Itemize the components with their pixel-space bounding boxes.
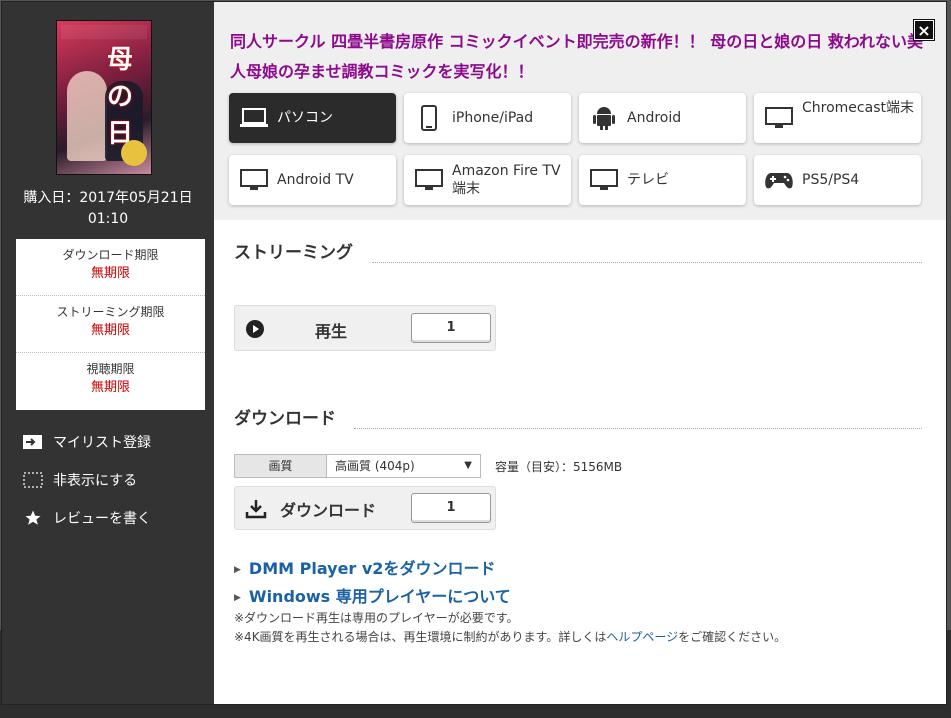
download-divider	[354, 428, 922, 429]
triangle-right-icon: ▶	[234, 564, 241, 575]
purchase-time: 01:10	[87, 211, 129, 227]
device-tab-chromecast[interactable]: Chromecast端末	[754, 93, 921, 143]
device-tab-android[interactable]: Android	[579, 93, 746, 143]
monitor-icon	[239, 167, 269, 193]
device-tab-tv[interactable]: テレビ	[579, 155, 746, 205]
note-4k-prefix: ※4K画質を再生される場合は、再生環境に制約があります。詳しくは	[234, 630, 607, 644]
limit-value: 無期限	[90, 266, 130, 281]
cover-badge	[121, 140, 147, 166]
right-panel: 同人サークル 四畳半書房原作 コミックイベント即完売の新作！！ 母の日と娘の日 …	[214, 2, 946, 704]
download-box: ダウンロード 1	[234, 486, 496, 530]
monitor-icon	[414, 167, 444, 193]
product-title: 同人サークル 四畳半書房原作 コミックイベント即完売の新作！！ 母の日と娘の日 …	[230, 32, 924, 81]
triangle-right-icon: ▶	[234, 592, 241, 603]
limits-box: ダウンロード期限 無期限 ストリーミング期限 無期限 視聴期限 無期限	[16, 239, 205, 410]
device-label: Android TV	[277, 172, 354, 188]
note-player-required: ※ダウンロード再生は専用のプレイヤーが必要です。	[234, 611, 519, 625]
download-label: ダウンロード	[280, 501, 377, 520]
download-heading: ダウンロード	[234, 409, 336, 429]
quality-select[interactable]: 画質 高画質 (404p) ▼	[234, 454, 481, 478]
quality-dropdown[interactable]: 高画質 (404p) ▼	[327, 455, 480, 477]
device-tab-ps[interactable]: PS5/PS4	[754, 155, 921, 205]
streaming-divider	[372, 262, 922, 263]
dmm-player-link[interactable]: ▶ DMM Player v2をダウンロード	[234, 555, 495, 579]
limit-label: ストリーミング期限	[56, 305, 165, 319]
device-tabs: パソコン iPhone/iPad Android Chromecast端末 An…	[229, 93, 923, 205]
limit-viewing: 視聴期限 無期限	[16, 353, 205, 410]
left-actions: マイリスト登録 非表示にする レビューを書く	[22, 423, 151, 537]
quality-value: 高画質 (404p)	[335, 459, 415, 473]
help-page-link[interactable]: ヘルプページ	[606, 630, 678, 644]
limit-download: ダウンロード期限 無期限	[16, 239, 205, 296]
left-panel: 母の日 購入日：2017年05月21日 01:10 ダウンロード期限 無期限 ス…	[2, 2, 214, 704]
device-label: Chromecast端末	[802, 100, 914, 116]
dmm-player-link-text: DMM Player v2をダウンロード	[248, 559, 496, 578]
windows-player-link[interactable]: ▶ Windows 専用プレイヤーについて	[234, 583, 511, 607]
close-button[interactable]: ×	[914, 20, 934, 40]
device-label: Android	[627, 110, 682, 126]
limit-label: ダウンロード期限	[62, 248, 159, 262]
monitor-icon	[589, 167, 619, 193]
viewer-modal: 母の日 購入日：2017年05月21日 01:10 ダウンロード期限 無期限 ス…	[2, 2, 946, 704]
device-label: パソコン	[277, 110, 333, 126]
star-icon	[22, 509, 44, 527]
windows-player-link-text: Windows 専用プレイヤーについて	[248, 587, 511, 606]
device-label: Amazon Fire TV端末	[452, 163, 561, 197]
monitor-icon	[764, 105, 794, 131]
quality-label: 画質	[235, 455, 327, 477]
device-tab-iphone[interactable]: iPhone/iPad	[404, 93, 571, 143]
mylist-add-icon	[22, 433, 44, 451]
mylist-add-label: マイリスト登録	[53, 435, 151, 451]
cover-title-text: 母の日	[107, 45, 134, 149]
write-review-label: レビューを書く	[53, 511, 151, 527]
write-review-button[interactable]: レビューを書く	[22, 499, 151, 537]
hide-icon	[22, 471, 44, 489]
product-cover-image[interactable]: 母の日	[56, 20, 152, 175]
limit-value: 無期限	[90, 380, 130, 395]
streaming-play-box: 再生 1	[234, 305, 496, 351]
purchase-date: 購入日：2017年05月21日 01:10	[2, 188, 214, 230]
play-part-button[interactable]: 1	[411, 313, 491, 343]
device-label: PS5/PS4	[802, 172, 860, 188]
note-4k-suffix: をご確認ください。	[678, 630, 787, 644]
dropdown-arrow-icon: ▼	[464, 460, 472, 471]
play-icon	[245, 319, 265, 339]
purchase-date-label: 購入日：2017年05月21日	[23, 190, 193, 206]
limit-label: 視聴期限	[86, 362, 135, 376]
gamepad-icon	[764, 167, 794, 193]
download-part-button[interactable]: 1	[411, 493, 491, 523]
device-tab-firetv[interactable]: Amazon Fire TV端末	[404, 155, 571, 205]
phone-icon	[414, 105, 444, 131]
device-tab-pc[interactable]: パソコン	[229, 93, 396, 143]
device-header: 同人サークル 四畳半書房原作 コミックイベント即完売の新作！！ 母の日と娘の日 …	[214, 2, 946, 220]
hide-label: 非表示にする	[53, 473, 138, 489]
device-label: テレビ	[627, 172, 669, 188]
device-label: iPhone/iPad	[452, 110, 534, 126]
limit-value: 無期限	[90, 323, 130, 338]
device-tab-androidtv[interactable]: Android TV	[229, 155, 396, 205]
capacity-text: 容量（目安）：5156MB	[495, 460, 623, 474]
laptop-icon	[239, 105, 269, 131]
mylist-add-button[interactable]: マイリスト登録	[22, 423, 151, 461]
streaming-heading: ストリーミング	[234, 243, 353, 263]
download-icon	[245, 498, 267, 520]
limit-streaming: ストリーミング期限 無期限	[16, 296, 205, 353]
play-label: 再生	[315, 322, 348, 341]
android-icon	[589, 105, 619, 131]
hide-button[interactable]: 非表示にする	[22, 461, 151, 499]
note-4k: ※4K画質を再生される場合は、再生環境に制約があります。詳しくはヘルプページをご…	[234, 628, 786, 645]
